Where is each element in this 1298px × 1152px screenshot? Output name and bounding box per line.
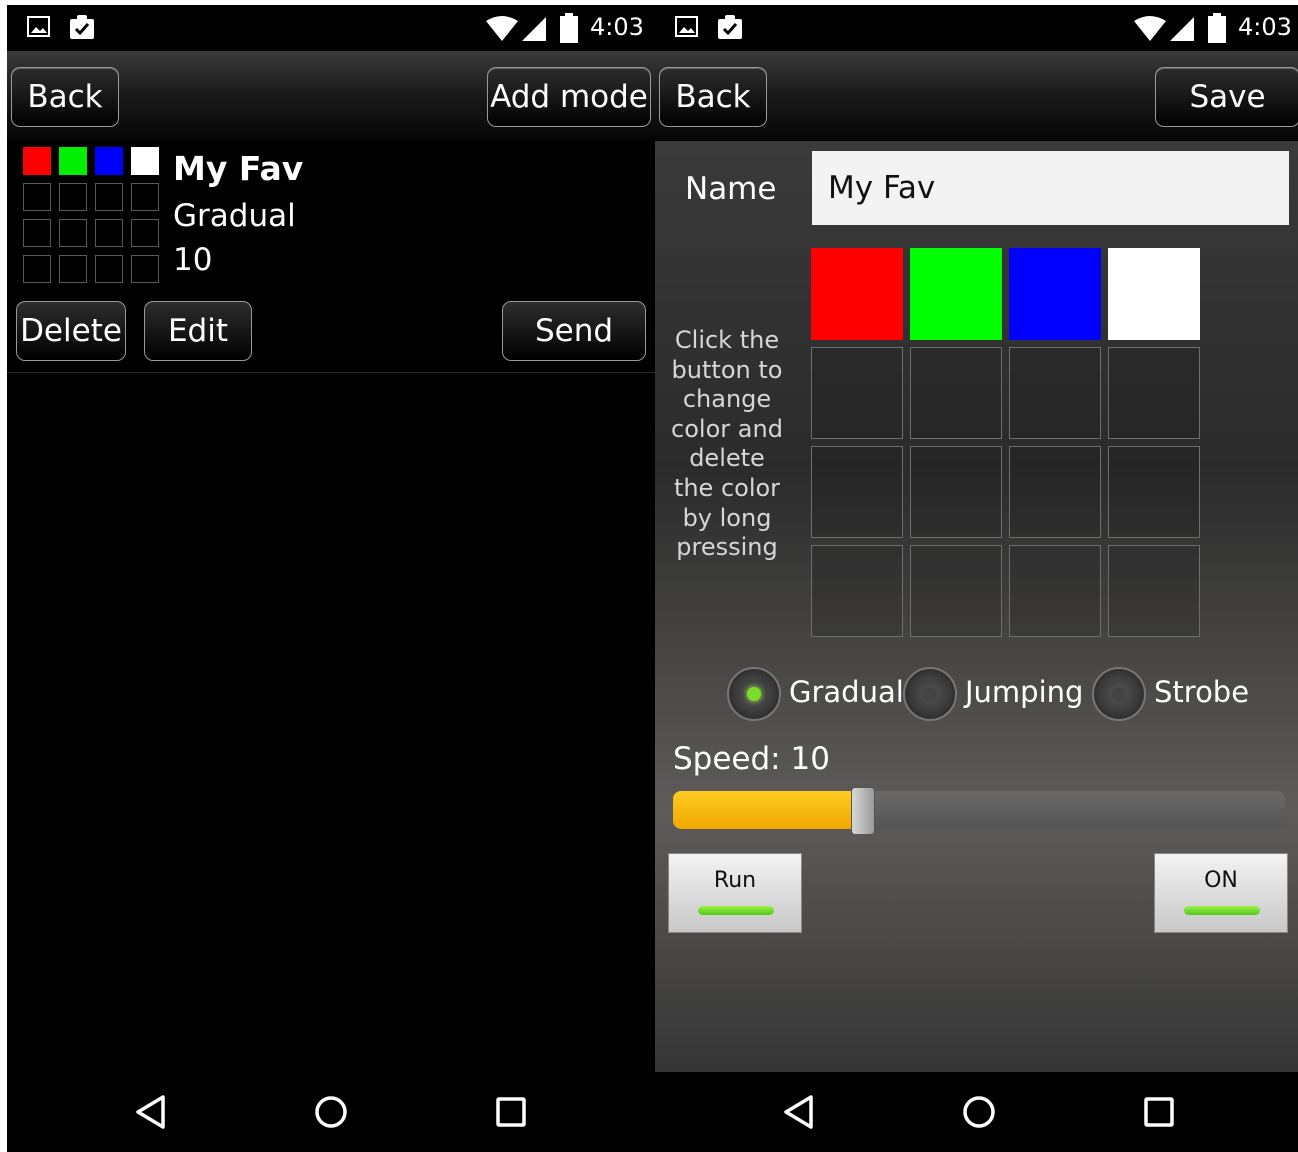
on-indicator-light [1184,906,1260,915]
speed-slider[interactable] [673,791,1285,829]
mode-type: Gradual [173,198,296,234]
name-input[interactable]: My Fav [812,151,1289,225]
radio-label-gradual[interactable]: Gradual [789,675,904,709]
back-button[interactable]: Back [659,67,767,127]
run-indicator-light [698,906,774,915]
empty-color-swatch [59,219,87,247]
speed-slider-fill [673,791,863,829]
mode-list-screen: 4:03 Back Add mode My Fav Gradual 10 Del… [7,5,655,1152]
list-divider [7,372,655,373]
radio-unselected-dot [1112,687,1126,701]
mode-name: My Fav [173,149,304,188]
empty-color-cell[interactable] [910,446,1002,538]
color-swatch [59,147,87,175]
radio-label-jumping[interactable]: Jumping [965,675,1083,709]
nav-back-icon[interactable] [781,1094,817,1130]
clock: 4:03 [590,13,644,41]
on-button-label: ON [1204,868,1238,893]
empty-color-swatch [59,183,87,211]
nav-home-icon[interactable] [313,1094,349,1130]
nav-home-icon[interactable] [961,1094,997,1130]
mode-speed: 10 [173,242,213,278]
signal-icon [522,17,546,41]
empty-color-cell[interactable] [1108,446,1200,538]
empty-color-swatch [95,219,123,247]
action-bar: Back Save [655,51,1298,141]
empty-color-swatch [59,255,87,283]
edit-button[interactable]: Edit [144,301,252,361]
run-button-label: Run [713,868,757,893]
wifi-icon [1134,16,1166,41]
empty-color-swatch [95,255,123,283]
gallery-notification-icon [27,16,50,37]
clipboard-check-icon [718,15,742,39]
empty-color-swatch [131,219,159,247]
radio-selected-dot [747,687,761,701]
color-cell-red[interactable] [811,248,903,340]
empty-color-swatch [95,183,123,211]
navigation-bar [655,1072,1298,1152]
edit-mode-screen: 4:03 Back Save Name My Fav Click the but… [655,5,1298,1152]
empty-color-swatch [131,183,159,211]
clipboard-check-icon [70,15,94,39]
empty-color-swatch [23,219,51,247]
radio-gradual[interactable] [727,667,781,721]
signal-icon [1170,17,1194,41]
on-button[interactable]: ON [1154,853,1288,933]
empty-color-swatch [131,255,159,283]
empty-color-cell[interactable] [910,347,1002,439]
empty-color-cell[interactable] [811,347,903,439]
nav-recents-icon[interactable] [1141,1094,1177,1130]
battery-icon [560,13,578,43]
color-swatch [95,147,123,175]
radio-label-strobe[interactable]: Strobe [1154,675,1249,709]
color-cell-green[interactable] [910,248,1002,340]
radio-strobe[interactable] [1092,667,1146,721]
status-bar: 4:03 [655,5,1298,51]
empty-color-swatch [23,183,51,211]
save-button[interactable]: Save [1155,67,1298,127]
color-cell-white[interactable] [1108,248,1200,340]
empty-color-cell[interactable] [811,446,903,538]
empty-color-cell[interactable] [811,545,903,637]
wifi-icon [486,16,518,41]
run-button[interactable]: Run [668,853,802,933]
empty-color-swatch [23,255,51,283]
radio-jumping[interactable] [903,667,957,721]
color-swatch [131,147,159,175]
action-bar: Back Add mode [7,51,655,141]
navigation-bar [7,1072,655,1152]
speed-slider-thumb[interactable] [850,787,875,835]
clock: 4:03 [1238,13,1292,41]
name-label: Name [685,171,777,207]
color-hint-text: Click the button to change color and del… [671,326,783,562]
send-button[interactable]: Send [502,301,646,361]
color-cell-blue[interactable] [1009,248,1101,340]
add-mode-button[interactable]: Add mode [487,67,651,127]
nav-recents-icon[interactable] [493,1094,529,1130]
gallery-notification-icon [675,16,698,37]
radio-unselected-dot [923,687,937,701]
edit-panel: Name My Fav Click the button to change c… [655,141,1298,1072]
speed-label: Speed: 10 [673,741,830,777]
status-bar: 4:03 [7,5,655,51]
color-swatch [23,147,51,175]
empty-color-cell[interactable] [1108,347,1200,439]
empty-color-cell[interactable] [1009,545,1101,637]
back-button[interactable]: Back [11,67,119,127]
empty-color-cell[interactable] [1009,347,1101,439]
delete-button[interactable]: Delete [16,301,126,361]
empty-color-cell[interactable] [1108,545,1200,637]
empty-color-cell[interactable] [910,545,1002,637]
battery-icon [1208,13,1226,43]
nav-back-icon[interactable] [133,1094,169,1130]
empty-color-cell[interactable] [1009,446,1101,538]
